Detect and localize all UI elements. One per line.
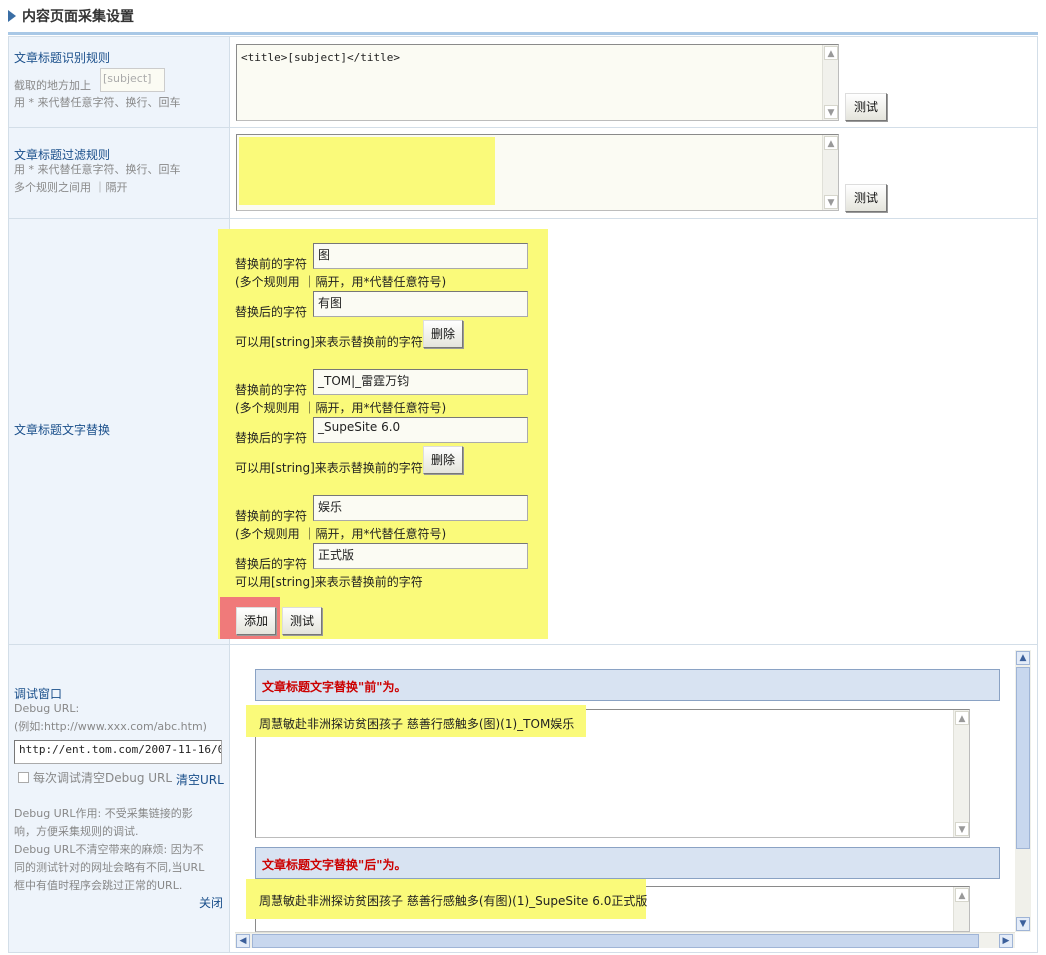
after-result-scrollbar[interactable]: ▲ xyxy=(953,887,969,931)
debug-url-input[interactable]: http://ent.tom.com/2007-11-16/000E xyxy=(14,740,222,764)
checkbox-label: 每次调试清空Debug URL xyxy=(33,771,173,785)
multi-hint-3: (多个规则用 ｜隔开，用*代替任意符号) xyxy=(235,527,447,541)
string-hint-1: 可以用[string]来表示替换前的字符 xyxy=(235,335,423,349)
replace-after-input-3[interactable]: 正式版 xyxy=(313,543,528,569)
filter-rule-textarea[interactable]: ▲ ▼ xyxy=(236,134,839,211)
triangle-icon xyxy=(8,10,16,22)
debug-desc-3: Debug URL不清空带来的麻烦: 因为不 xyxy=(14,843,204,856)
after-label-1: 替换后的字符 xyxy=(235,305,308,319)
scroll-up-icon[interactable]: ▲ xyxy=(955,711,969,725)
before-result-scrollbar[interactable]: ▲ ▼ xyxy=(953,710,969,837)
debug-label-cell: 调试窗口 Debug URL: (例如:http://www.xxx.com/a… xyxy=(9,645,230,952)
header-divider xyxy=(8,32,1038,35)
clear-url-link[interactable]: 清空URL xyxy=(176,771,224,788)
debug-desc-1: Debug URL作用: 不受采集链接的影 xyxy=(14,807,193,820)
debug-url-label: Debug URL: xyxy=(14,702,80,715)
before-heading: 文章标题文字替换"前"为。 xyxy=(262,680,407,694)
string-hint-2: 可以用[string]来表示替换前的字符 xyxy=(235,461,423,475)
before-label-2: 替换前的字符 xyxy=(235,383,308,397)
title-rule-row: 文章标题识别规则 截取的地方加上 [subject] 用 * 来代替任意字符、换… xyxy=(8,36,1038,128)
debug-desc-5: 框中有值时程序会跳过正常的URL. xyxy=(14,879,183,892)
replace-after-input-2[interactable]: _SupeSite 6.0 xyxy=(313,417,528,443)
subject-placeholder-chip: [subject] xyxy=(100,68,165,92)
scroll-up-icon[interactable]: ▲ xyxy=(955,888,969,902)
before-heading-bar: 文章标题文字替换"前"为。 xyxy=(255,669,1000,701)
debug-desc-2: 响，方便采集规则的调试. xyxy=(14,825,139,838)
delete-button-1[interactable]: 删除 xyxy=(423,320,463,348)
before-label-3: 替换前的字符 xyxy=(235,509,308,523)
after-heading: 文章标题文字替换"后"为。 xyxy=(262,858,407,872)
title-rule-test-button[interactable]: 测试 xyxy=(845,93,887,121)
string-hint-3: 可以用[string]来表示替换前的字符 xyxy=(235,575,423,589)
title-rule-label: 文章标题识别规则 xyxy=(14,51,111,65)
scroll-up-icon[interactable]: ▲ xyxy=(1016,651,1030,665)
title-rule-value: <title>[subject]</title> xyxy=(241,51,400,64)
page-title: 内容页面采集设置 xyxy=(22,9,134,25)
scroll-up-icon[interactable]: ▲ xyxy=(824,46,838,60)
debug-url-example: (例如:http://www.xxx.com/abc.htm) xyxy=(14,720,207,733)
close-link[interactable]: 关闭 xyxy=(199,894,223,911)
filter-rule-label-cell: 文章标题过滤规则 用 * 来代替任意字符、换行、回车 多个规则之间用 ｜隔开 xyxy=(9,128,230,218)
replace-before-input-3[interactable]: 娱乐 xyxy=(313,495,528,521)
vscroll-thumb[interactable] xyxy=(1016,667,1030,849)
multi-hint-2: (多个规则用 ｜隔开，用*代替任意符号) xyxy=(235,401,447,415)
filter-rule-hint-2: 多个规则之间用 ｜隔开 xyxy=(14,181,128,194)
replace-before-input-1[interactable]: 图 xyxy=(313,243,528,269)
after-result-text: 周慧敏赴非洲探访贫困孩子 慈善行感触多(有图)(1)_SupeSite 6.0正… xyxy=(259,894,648,908)
debug-frame-hscroll[interactable]: ◀ ▶ xyxy=(235,932,1015,948)
scroll-down-icon[interactable]: ▼ xyxy=(824,195,838,209)
replace-label-cell: 文章标题文字替换 xyxy=(9,219,230,644)
after-result-textarea[interactable]: 周慧敏赴非洲探访贫困孩子 慈善行感触多(有图)(1)_SupeSite 6.0正… xyxy=(246,879,970,932)
scroll-up-icon[interactable]: ▲ xyxy=(824,136,838,150)
scroll-left-icon[interactable]: ◀ xyxy=(236,934,250,948)
before-result-text: 周慧敏赴非洲探访贫困孩子 慈善行感触多(图)(1)_TOM娱乐 xyxy=(259,717,575,731)
title-rule-textarea[interactable]: <title>[subject]</title> ▲ ▼ xyxy=(236,44,839,121)
filter-rule-test-button[interactable]: 测试 xyxy=(845,184,887,212)
before-result-textarea[interactable]: 周慧敏赴非洲探访贫困孩子 慈善行感触多(图)(1)_TOM娱乐 ▲ ▼ xyxy=(246,705,970,838)
title-rule-label-cell: 文章标题识别规则 截取的地方加上 [subject] 用 * 来代替任意字符、换… xyxy=(9,37,230,127)
replace-label: 文章标题文字替换 xyxy=(14,423,111,437)
after-heading-bar: 文章标题文字替换"后"为。 xyxy=(255,847,1000,879)
replace-after-input-1[interactable]: 有图 xyxy=(313,291,528,317)
title-rule-hint-2: 用 * 来代替任意字符、换行、回车 xyxy=(14,96,181,109)
filter-rule-row: 文章标题过滤规则 用 * 来代替任意字符、换行、回车 多个规则之间用 ｜隔开 ▲… xyxy=(8,128,1038,219)
before-label-1: 替换前的字符 xyxy=(235,257,308,271)
delete-button-2[interactable]: 删除 xyxy=(423,446,463,474)
after-label-3: 替换后的字符 xyxy=(235,557,308,571)
replace-test-button[interactable]: 测试 xyxy=(282,607,322,635)
debug-desc-4: 同的测试针对的网址会略有不同,当URL xyxy=(14,861,205,874)
scroll-down-icon[interactable]: ▼ xyxy=(1016,917,1030,931)
title-rule-scrollbar[interactable]: ▲ ▼ xyxy=(822,45,838,120)
filter-highlight xyxy=(239,137,495,205)
hscroll-thumb[interactable] xyxy=(252,934,979,948)
scroll-right-icon[interactable]: ▶ xyxy=(999,934,1013,948)
scroll-down-icon[interactable]: ▼ xyxy=(955,822,969,836)
add-button[interactable]: 添加 xyxy=(236,607,276,635)
multi-hint-1: (多个规则用 ｜隔开，用*代替任意符号) xyxy=(235,275,447,289)
clear-checkbox[interactable] xyxy=(18,772,29,783)
title-rule-hint: 截取的地方加上 xyxy=(14,79,91,92)
debug-frame-vscroll[interactable]: ▲ ▼ xyxy=(1015,650,1031,932)
filter-rule-scrollbar[interactable]: ▲ ▼ xyxy=(822,135,838,210)
page-header: 内容页面采集设置 xyxy=(8,0,1038,35)
filter-rule-hint: 用 * 来代替任意字符、换行、回车 xyxy=(14,163,181,176)
replace-before-input-2[interactable]: _TOM|_雷霆万钧 xyxy=(313,369,528,395)
after-label-2: 替换后的字符 xyxy=(235,431,308,445)
scroll-down-icon[interactable]: ▼ xyxy=(824,105,838,119)
